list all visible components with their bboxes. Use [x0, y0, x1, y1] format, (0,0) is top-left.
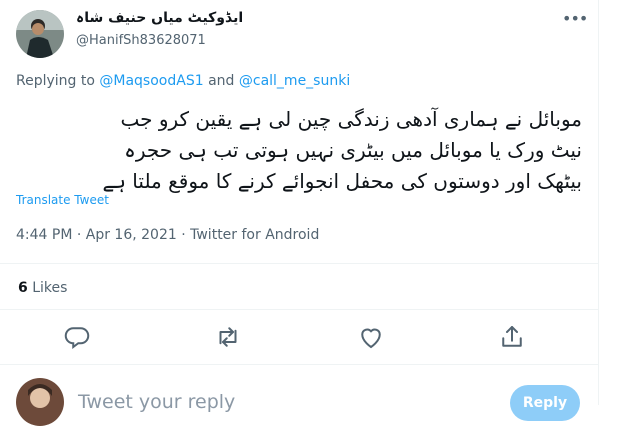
user-avatar	[16, 378, 64, 426]
replying-to: Replying to @MaqsoodAS1 and @call_me_sun…	[16, 73, 350, 89]
translate-tweet-link[interactable]: Translate Tweet	[16, 193, 109, 207]
more-dots-icon[interactable]: •••	[562, 10, 588, 30]
share-icon[interactable]	[497, 322, 527, 352]
reply-button[interactable]: Reply	[510, 385, 580, 421]
retweet-icon[interactable]	[213, 322, 243, 352]
likes-count: 6	[18, 280, 28, 296]
column-divider	[598, 0, 599, 405]
tweet-timestamp[interactable]: 4:44 PM · Apr 16, 2021 · Twitter for And…	[16, 227, 319, 243]
reply-input[interactable]: Tweet your reply	[78, 391, 235, 413]
reply-icon[interactable]	[62, 322, 92, 352]
replying-user-link[interactable]: @call_me_sunki	[239, 73, 350, 89]
author-handle[interactable]: @HanifSh83628071	[76, 33, 206, 48]
author-avatar[interactable]	[16, 10, 64, 58]
likes-label: Likes	[32, 280, 68, 296]
author-name[interactable]: ایڈوکیٹ میاں حنیف شاہ	[76, 10, 243, 26]
divider	[0, 309, 598, 310]
replying-user-link[interactable]: @MaqsoodAS1	[99, 73, 203, 89]
tweet-text: موبائل نے ہماری آدھی زندگی چین لی ہے یقی…	[16, 104, 582, 197]
divider	[0, 364, 598, 365]
replying-and: and	[208, 73, 235, 89]
replying-prefix: Replying to	[16, 73, 95, 89]
tweet-text-line: موبائل نے ہماری آدھی زندگی چین لی ہے یقی…	[120, 107, 582, 131]
heart-icon[interactable]	[356, 322, 386, 352]
likes-stat[interactable]: 6 Likes	[18, 280, 67, 296]
tweet-text-line: نیٹ ورک یا موبائل میں بیٹری نہیں ہوتی تب…	[124, 138, 582, 162]
divider	[0, 263, 598, 264]
